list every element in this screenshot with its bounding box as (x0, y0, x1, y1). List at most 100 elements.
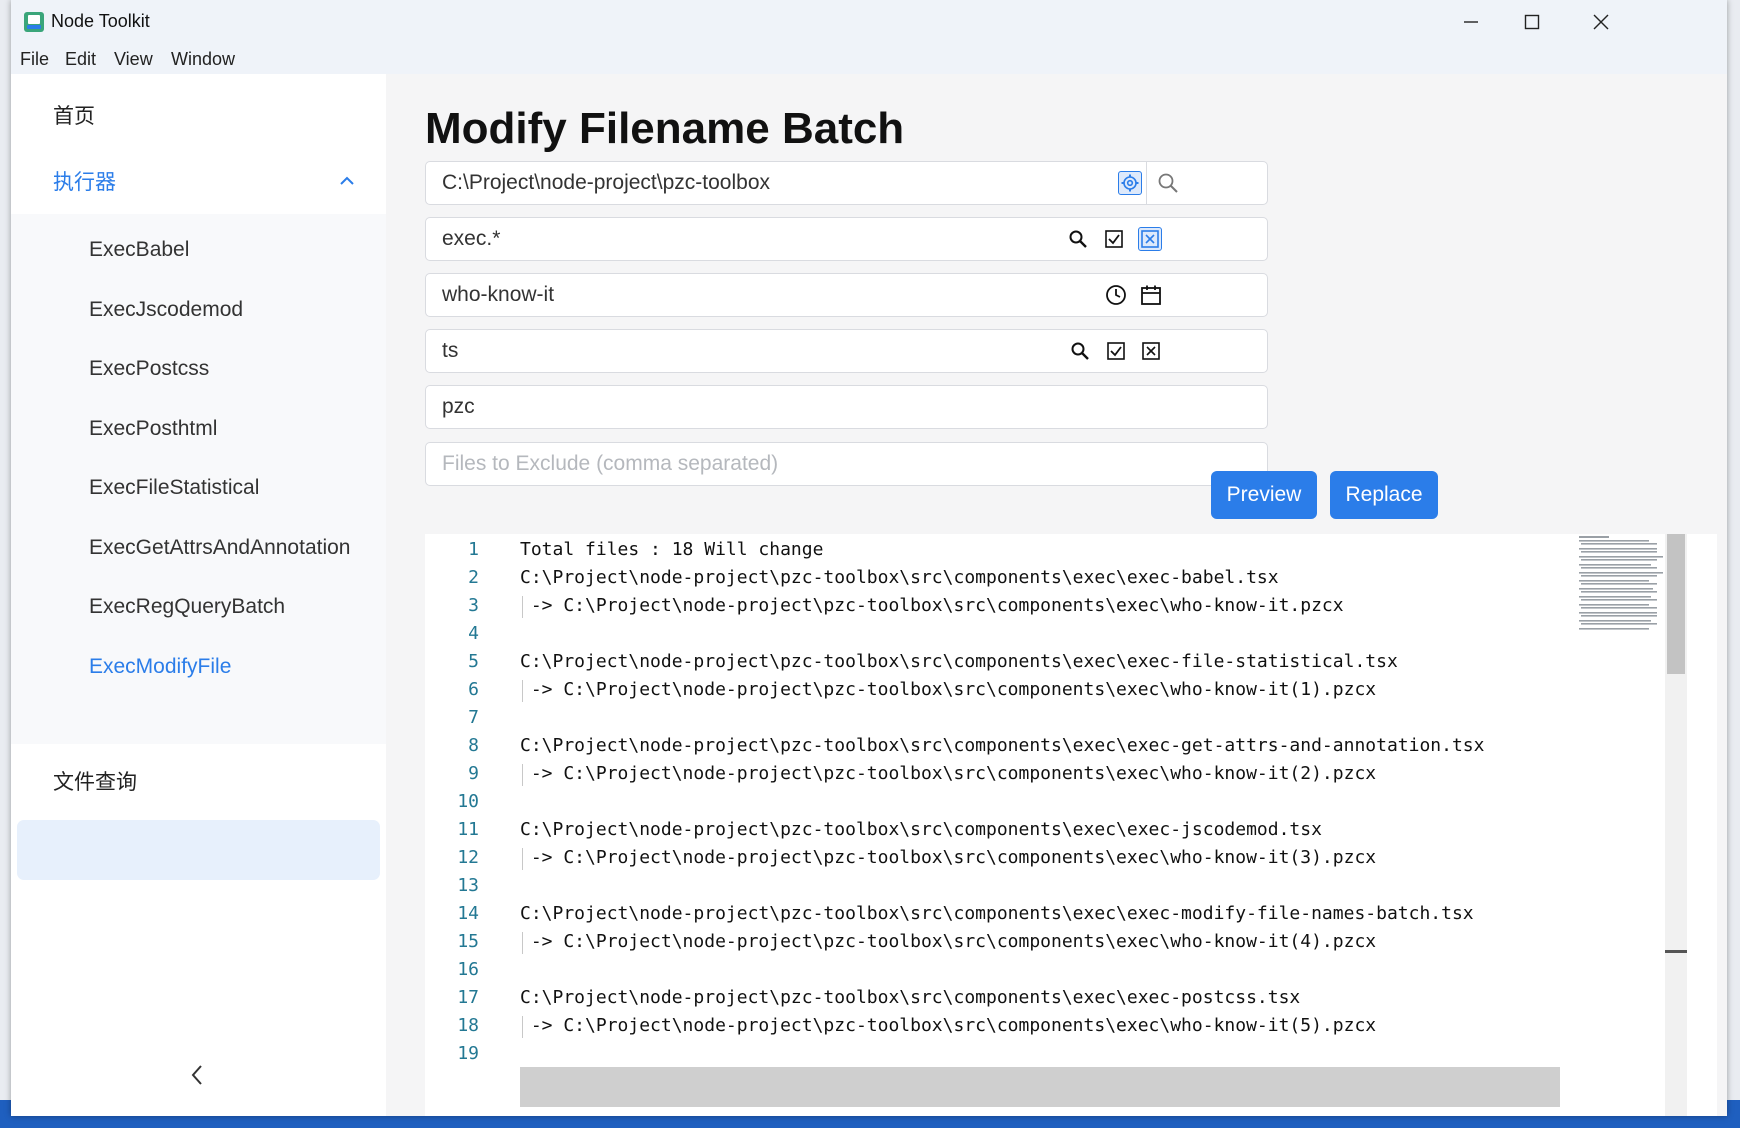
code-line: 13 (425, 872, 1565, 900)
preview-button[interactable]: Preview (1211, 471, 1317, 519)
line-number: 17 (457, 987, 479, 1008)
line-number: 15 (457, 931, 479, 952)
line-number: 10 (457, 791, 479, 812)
menu-view[interactable]: View (114, 49, 153, 70)
sidebar: 首页 执行器 ExecBabel ExecJscodemod ExecPostc… (11, 74, 386, 1116)
close-icon (1593, 14, 1609, 30)
sidebar-item-file-query[interactable]: 文件查询 (53, 766, 137, 796)
code-line: 10 (425, 788, 1565, 816)
browse-search-button[interactable] (1156, 171, 1180, 195)
active-item-highlight (17, 820, 380, 880)
minimap[interactable] (1575, 534, 1663, 1116)
sidebar-item-execposthtml[interactable]: ExecPosthtml (89, 417, 217, 441)
chevron-left-icon[interactable] (186, 1062, 208, 1088)
sidebar-item-execjscodemod[interactable]: ExecJscodemod (89, 298, 243, 322)
replace-name-field[interactable] (425, 273, 1268, 317)
line-text: -> C:\Project\node-project\pzc-toolbox\s… (520, 931, 1377, 952)
code-line: 8 C:\Project\node-project\pzc-toolbox\src… (425, 732, 1565, 760)
line-text: C:\Project\node-project\pzc-toolbox\src\… (520, 903, 1474, 924)
path-input[interactable] (442, 162, 1042, 204)
new-extension-field[interactable] (425, 385, 1268, 429)
sidebar-item-execmodifyfile[interactable]: ExecModifyFile (89, 655, 231, 679)
find-pattern-input[interactable] (442, 218, 1042, 260)
replace-name-input[interactable] (442, 274, 1042, 316)
maximize-button[interactable] (1497, 0, 1567, 44)
background-window-edge-right (1727, 0, 1740, 1128)
line-text: C:\Project\node-project\pzc-toolbox\src\… (520, 735, 1485, 756)
code-line: 16 (425, 956, 1565, 984)
editor-scrollbar-thumb[interactable] (1667, 534, 1685, 674)
checkbox-icon (1105, 230, 1123, 248)
line-text: C:\Project\node-project\pzc-toolbox\src\… (520, 567, 1279, 588)
line-text: C:\Project\node-project\pzc-toolbox\src\… (520, 651, 1398, 672)
code-line: 14 C:\Project\node-project\pzc-toolbox\sr… (425, 900, 1565, 928)
line-number: 11 (457, 819, 479, 840)
result-editor[interactable]: 1 Total files : 18 Will change 2 C:\Project… (425, 534, 1717, 1116)
menu-window[interactable]: Window (171, 49, 235, 70)
line-number: 6 (468, 679, 479, 700)
menu-file[interactable]: File (20, 49, 49, 70)
code-line: 7 (425, 704, 1565, 732)
line-text: Total files : 18 Will change (520, 539, 824, 560)
sidebar-item-home[interactable]: 首页 (53, 100, 95, 130)
line-number: 4 (468, 623, 479, 644)
extension-whole-word-toggle[interactable] (1139, 339, 1163, 363)
code-line: 1 Total files : 18 Will change (425, 536, 1565, 564)
line-number: 9 (468, 763, 479, 784)
clear-icon (1142, 342, 1160, 360)
date-button[interactable] (1139, 283, 1163, 307)
clock-icon (1106, 285, 1126, 305)
close-window-button[interactable] (1566, 0, 1636, 44)
current-line-highlight (520, 1067, 1560, 1107)
background-window-edge (0, 0, 11, 1128)
calendar-icon (1141, 285, 1161, 305)
sidebar-item-execgetattrsandannotation[interactable]: ExecGetAttrsAndAnnotation (89, 536, 351, 560)
sidebar-item-execfilestatistical[interactable]: ExecFileStatistical (89, 476, 259, 500)
menu-bar: File Edit View Window (11, 44, 1727, 74)
path-field[interactable] (425, 161, 1268, 205)
time-button[interactable] (1104, 283, 1128, 307)
settings-button[interactable] (1118, 171, 1142, 195)
replace-button[interactable]: Replace (1330, 471, 1438, 519)
line-number: 14 (457, 903, 479, 924)
line-number: 19 (457, 1043, 479, 1064)
line-text: -> C:\Project\node-project\pzc-toolbox\s… (520, 595, 1344, 616)
sidebar-group-executor[interactable]: 执行器 (53, 166, 116, 196)
line-number: 12 (457, 847, 479, 868)
line-text: -> C:\Project\node-project\pzc-toolbox\s… (520, 763, 1377, 784)
sidebar-item-execbabel[interactable]: ExecBabel (89, 238, 189, 262)
new-extension-input[interactable] (442, 386, 1042, 428)
menu-edit[interactable]: Edit (65, 49, 96, 70)
line-text: C:\Project\node-project\pzc-toolbox\src\… (520, 987, 1301, 1008)
code-line: 2 C:\Project\node-project\pzc-toolbox\src… (425, 564, 1565, 592)
line-number: 13 (457, 875, 479, 896)
minimize-button[interactable] (1436, 0, 1506, 44)
regex-search-toggle[interactable] (1066, 227, 1090, 251)
find-pattern-field[interactable] (425, 217, 1268, 261)
editor-scrollbar[interactable] (1665, 534, 1687, 1116)
line-text: -> C:\Project\node-project\pzc-toolbox\s… (520, 847, 1377, 868)
code-line: 6 -> C:\Project\node-project\pzc-toolbox… (425, 676, 1565, 704)
chevron-up-icon[interactable] (336, 170, 358, 192)
sidebar-item-execregquerybatch[interactable]: ExecRegQueryBatch (89, 595, 285, 619)
extension-regex-toggle[interactable] (1068, 339, 1092, 363)
line-number: 2 (468, 567, 479, 588)
line-number: 8 (468, 735, 479, 756)
title-bar: Node Toolkit (11, 0, 1727, 44)
code-line: 15 -> C:\Project\node-project\pzc-toolbo… (425, 928, 1565, 956)
exclude-input[interactable] (442, 443, 1042, 485)
line-number: 5 (468, 651, 479, 672)
extension-field[interactable] (425, 329, 1268, 373)
line-number: 16 (457, 959, 479, 980)
code-line: 9 -> C:\Project\node-project\pzc-toolbox… (425, 760, 1565, 788)
code-line: 12 -> C:\Project\node-project\pzc-toolbo… (425, 844, 1565, 872)
match-case-toggle[interactable] (1102, 227, 1126, 251)
executor-submenu: ExecBabel ExecJscodemod ExecPostcss Exec… (11, 214, 386, 880)
search-icon (1071, 342, 1089, 360)
exclude-field[interactable] (425, 442, 1268, 486)
extension-input[interactable] (442, 330, 1042, 372)
extension-match-case-toggle[interactable] (1104, 339, 1128, 363)
whole-word-toggle[interactable] (1138, 227, 1162, 251)
sidebar-item-execpostcss[interactable]: ExecPostcss (89, 357, 209, 381)
code-line: 3 -> C:\Project\node-project\pzc-toolbox… (425, 592, 1565, 620)
